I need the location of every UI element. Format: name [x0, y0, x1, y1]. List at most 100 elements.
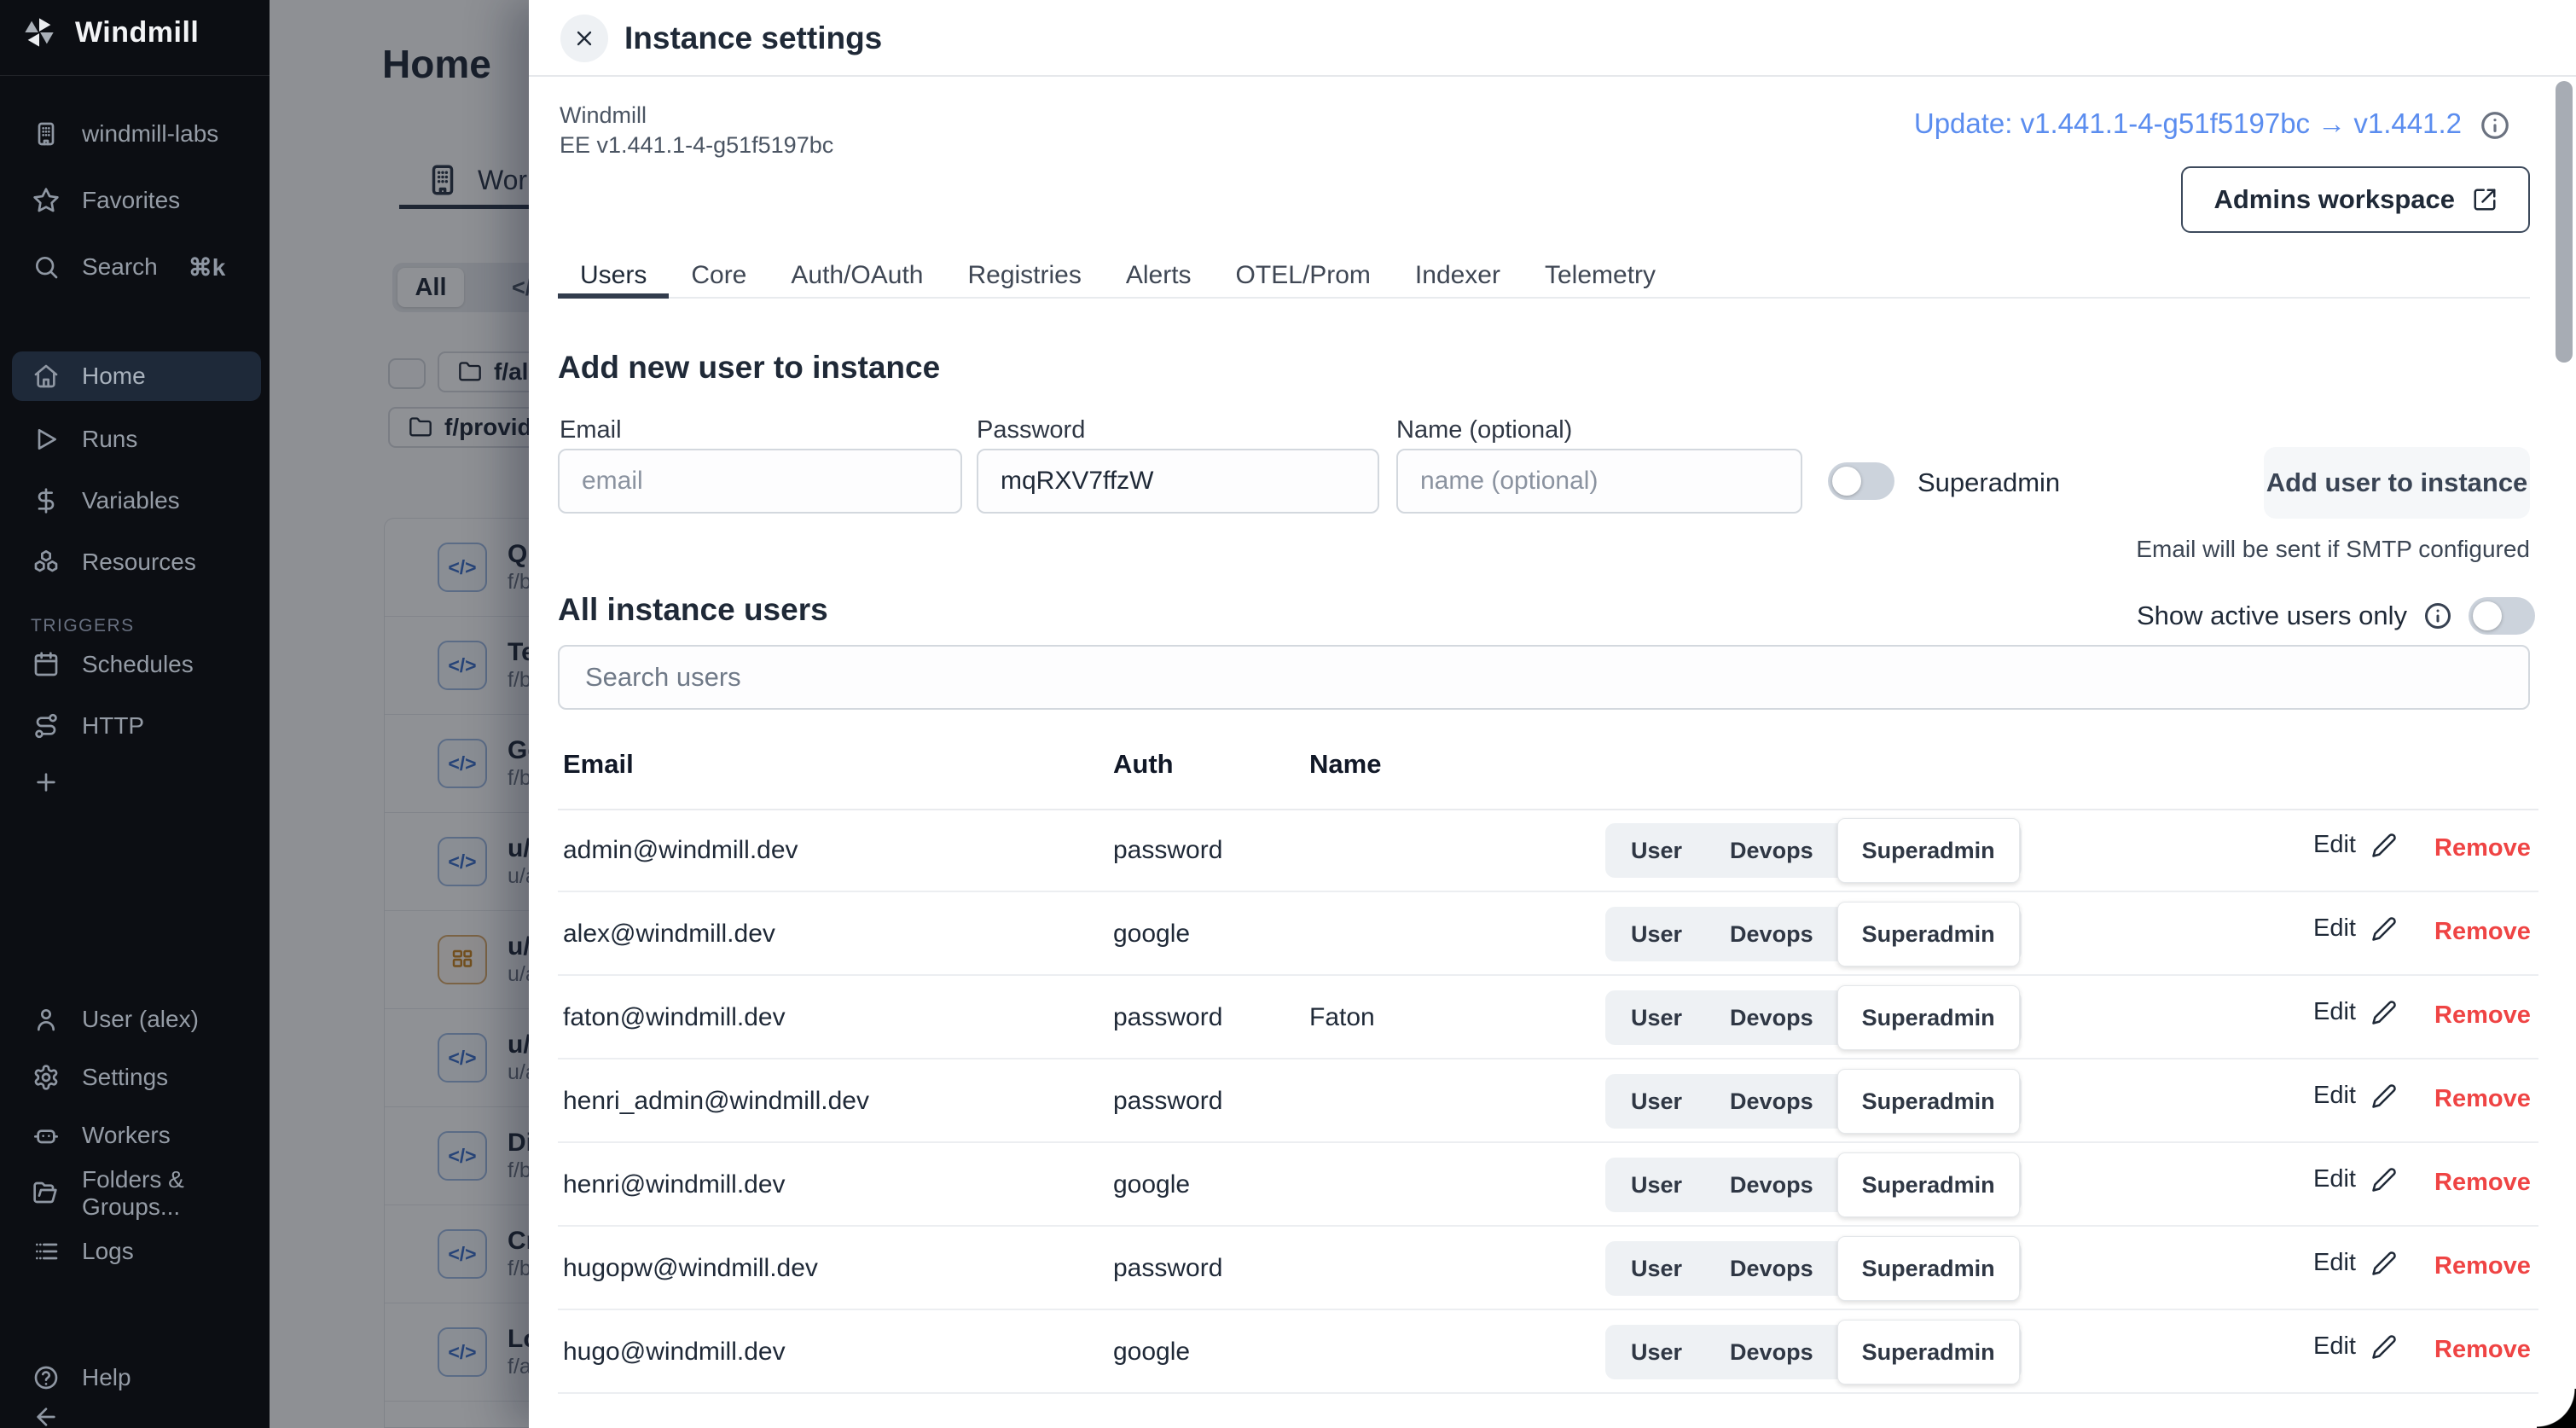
- tab-users[interactable]: Users: [558, 254, 669, 297]
- email-field[interactable]: [558, 449, 962, 514]
- sidebar-item-label: User (alex): [82, 1006, 199, 1033]
- sidebar-item-search[interactable]: Search ⌘k: [12, 242, 261, 292]
- tab-auth-oauth[interactable]: Auth/OAuth: [769, 254, 945, 297]
- role-superadmin-button[interactable]: Superadmin: [1837, 818, 2020, 883]
- role-devops-button[interactable]: Devops: [1706, 1241, 1837, 1296]
- home-icon: [32, 363, 60, 390]
- tab-registries[interactable]: Registries: [945, 254, 1103, 297]
- edit-label: Edit: [2313, 1165, 2356, 1193]
- edit-user-button[interactable]: Edit: [2313, 1165, 2397, 1193]
- tab-alerts[interactable]: Alerts: [1104, 254, 1214, 297]
- edit-user-button[interactable]: Edit: [2313, 914, 2397, 943]
- edit-user-button[interactable]: Edit: [2313, 998, 2397, 1026]
- remove-user-button[interactable]: Remove: [2434, 1252, 2531, 1280]
- edit-label: Edit: [2313, 914, 2356, 943]
- name-field[interactable]: [1396, 449, 1802, 514]
- tab-core[interactable]: Core: [669, 254, 769, 297]
- remove-user-button[interactable]: Remove: [2434, 834, 2531, 862]
- sidebar-item-resources[interactable]: Resources: [12, 537, 261, 587]
- sidebar-collapse[interactable]: [12, 1392, 261, 1428]
- role-user-button[interactable]: User: [1607, 1241, 1706, 1296]
- sidebar-item-label: Resources: [82, 549, 196, 576]
- sidebar-item-folders-groups[interactable]: Folders & Groups...: [12, 1169, 261, 1218]
- route-icon: [32, 712, 60, 740]
- sidebar-item-logs[interactable]: Logs: [12, 1227, 261, 1276]
- remove-user-button[interactable]: Remove: [2434, 1001, 2531, 1030]
- role-user-button[interactable]: User: [1607, 1158, 1706, 1212]
- close-button[interactable]: [560, 15, 608, 62]
- role-devops-button[interactable]: Devops: [1706, 1158, 1837, 1212]
- add-user-button[interactable]: Add user to instance: [2264, 447, 2530, 519]
- instance-version: EE v1.441.1-4-g51f5197bc: [560, 132, 833, 159]
- remove-user-button[interactable]: Remove: [2434, 1169, 2531, 1197]
- tab-indexer[interactable]: Indexer: [1393, 254, 1523, 297]
- tab-telemetry[interactable]: Telemetry: [1523, 254, 1678, 297]
- show-active-control: Show active users only: [2137, 597, 2535, 635]
- show-active-info-icon[interactable]: [2422, 601, 2453, 631]
- sidebar-item-user[interactable]: User (alex): [12, 995, 261, 1044]
- remove-user-button[interactable]: Remove: [2434, 1085, 2531, 1113]
- user-auth: google: [1113, 920, 1190, 949]
- password-field[interactable]: [977, 449, 1379, 514]
- sidebar-item-workers[interactable]: Workers: [12, 1111, 261, 1160]
- role-superadmin-button[interactable]: Superadmin: [1837, 1069, 2020, 1134]
- search-users-input[interactable]: [558, 645, 2530, 710]
- role-devops-button[interactable]: Devops: [1706, 1074, 1837, 1129]
- role-user-button[interactable]: User: [1607, 990, 1706, 1045]
- role-devops-button[interactable]: Devops: [1706, 1325, 1837, 1379]
- password-label: Password: [977, 416, 1085, 444]
- edit-user-button[interactable]: Edit: [2313, 831, 2397, 859]
- role-superadmin-button[interactable]: Superadmin: [1837, 1320, 2020, 1384]
- role-superadmin-button[interactable]: Superadmin: [1837, 1152, 2020, 1217]
- sidebar-item-label: windmill-labs: [82, 120, 218, 148]
- sidebar: Windmill windmill-labs Favorites Search …: [0, 0, 270, 1428]
- sidebar-item-home[interactable]: Home: [12, 351, 261, 401]
- sidebar-item-variables[interactable]: Variables: [12, 476, 261, 525]
- sidebar-item-label: Favorites: [82, 187, 180, 214]
- tab-otel-prom[interactable]: OTEL/Prom: [1214, 254, 1393, 297]
- edit-user-button[interactable]: Edit: [2313, 1249, 2397, 1277]
- app-title: Windmill: [75, 16, 199, 49]
- edit-user-button[interactable]: Edit: [2313, 1332, 2397, 1361]
- role-superadmin-button[interactable]: Superadmin: [1837, 985, 2020, 1050]
- table-row: henri@windmill.dev google User Devops Su…: [558, 1143, 2538, 1227]
- admins-workspace-label: Admins workspace: [2213, 184, 2455, 215]
- folder-open-icon: [32, 1180, 60, 1207]
- app-logo[interactable]: Windmill: [22, 15, 199, 49]
- edit-label: Edit: [2313, 831, 2356, 859]
- role-user-button[interactable]: User: [1607, 907, 1706, 961]
- sidebar-item-workspace[interactable]: windmill-labs: [12, 109, 261, 159]
- show-active-toggle[interactable]: [2469, 597, 2535, 635]
- role-user-button[interactable]: User: [1607, 823, 1706, 878]
- sidebar-item-settings[interactable]: Settings: [12, 1053, 261, 1102]
- sidebar-divider: [0, 75, 270, 76]
- sidebar-item-label: Variables: [82, 487, 180, 514]
- arrow-left-icon: [32, 1403, 60, 1428]
- remove-user-button[interactable]: Remove: [2434, 1336, 2531, 1364]
- role-segmented-control: User Devops Superadmin: [1605, 1325, 2022, 1379]
- role-user-button[interactable]: User: [1607, 1074, 1706, 1129]
- update-info-icon[interactable]: [2479, 109, 2511, 142]
- role-devops-button[interactable]: Devops: [1706, 823, 1837, 878]
- user-email: alex@windmill.dev: [563, 920, 775, 949]
- role-superadmin-button[interactable]: Superadmin: [1837, 1236, 2020, 1301]
- sidebar-item-schedules[interactable]: Schedules: [12, 640, 261, 689]
- superadmin-toggle[interactable]: [1828, 462, 1894, 500]
- close-icon: [572, 26, 596, 50]
- edit-label: Edit: [2313, 998, 2356, 1026]
- role-superadmin-button[interactable]: Superadmin: [1837, 902, 2020, 967]
- role-user-button[interactable]: User: [1607, 1325, 1706, 1379]
- sidebar-item-runs[interactable]: Runs: [12, 415, 261, 464]
- remove-user-button[interactable]: Remove: [2434, 918, 2531, 946]
- sidebar-item-add-trigger[interactable]: [12, 758, 261, 807]
- sidebar-item-http[interactable]: HTTP: [12, 701, 261, 751]
- edit-user-button[interactable]: Edit: [2313, 1082, 2397, 1110]
- role-devops-button[interactable]: Devops: [1706, 990, 1837, 1045]
- update-link[interactable]: Update: v1.441.1-4-g51f5197bc → v1.441.2: [1914, 107, 2462, 140]
- add-user-heading: Add new user to instance: [558, 350, 940, 386]
- role-devops-button[interactable]: Devops: [1706, 907, 1837, 961]
- admins-workspace-button[interactable]: Admins workspace: [2181, 166, 2530, 233]
- column-header-auth: Auth: [1113, 749, 1174, 780]
- drawer-scrollbar[interactable]: [2556, 81, 2573, 363]
- sidebar-item-favorites[interactable]: Favorites: [12, 176, 261, 225]
